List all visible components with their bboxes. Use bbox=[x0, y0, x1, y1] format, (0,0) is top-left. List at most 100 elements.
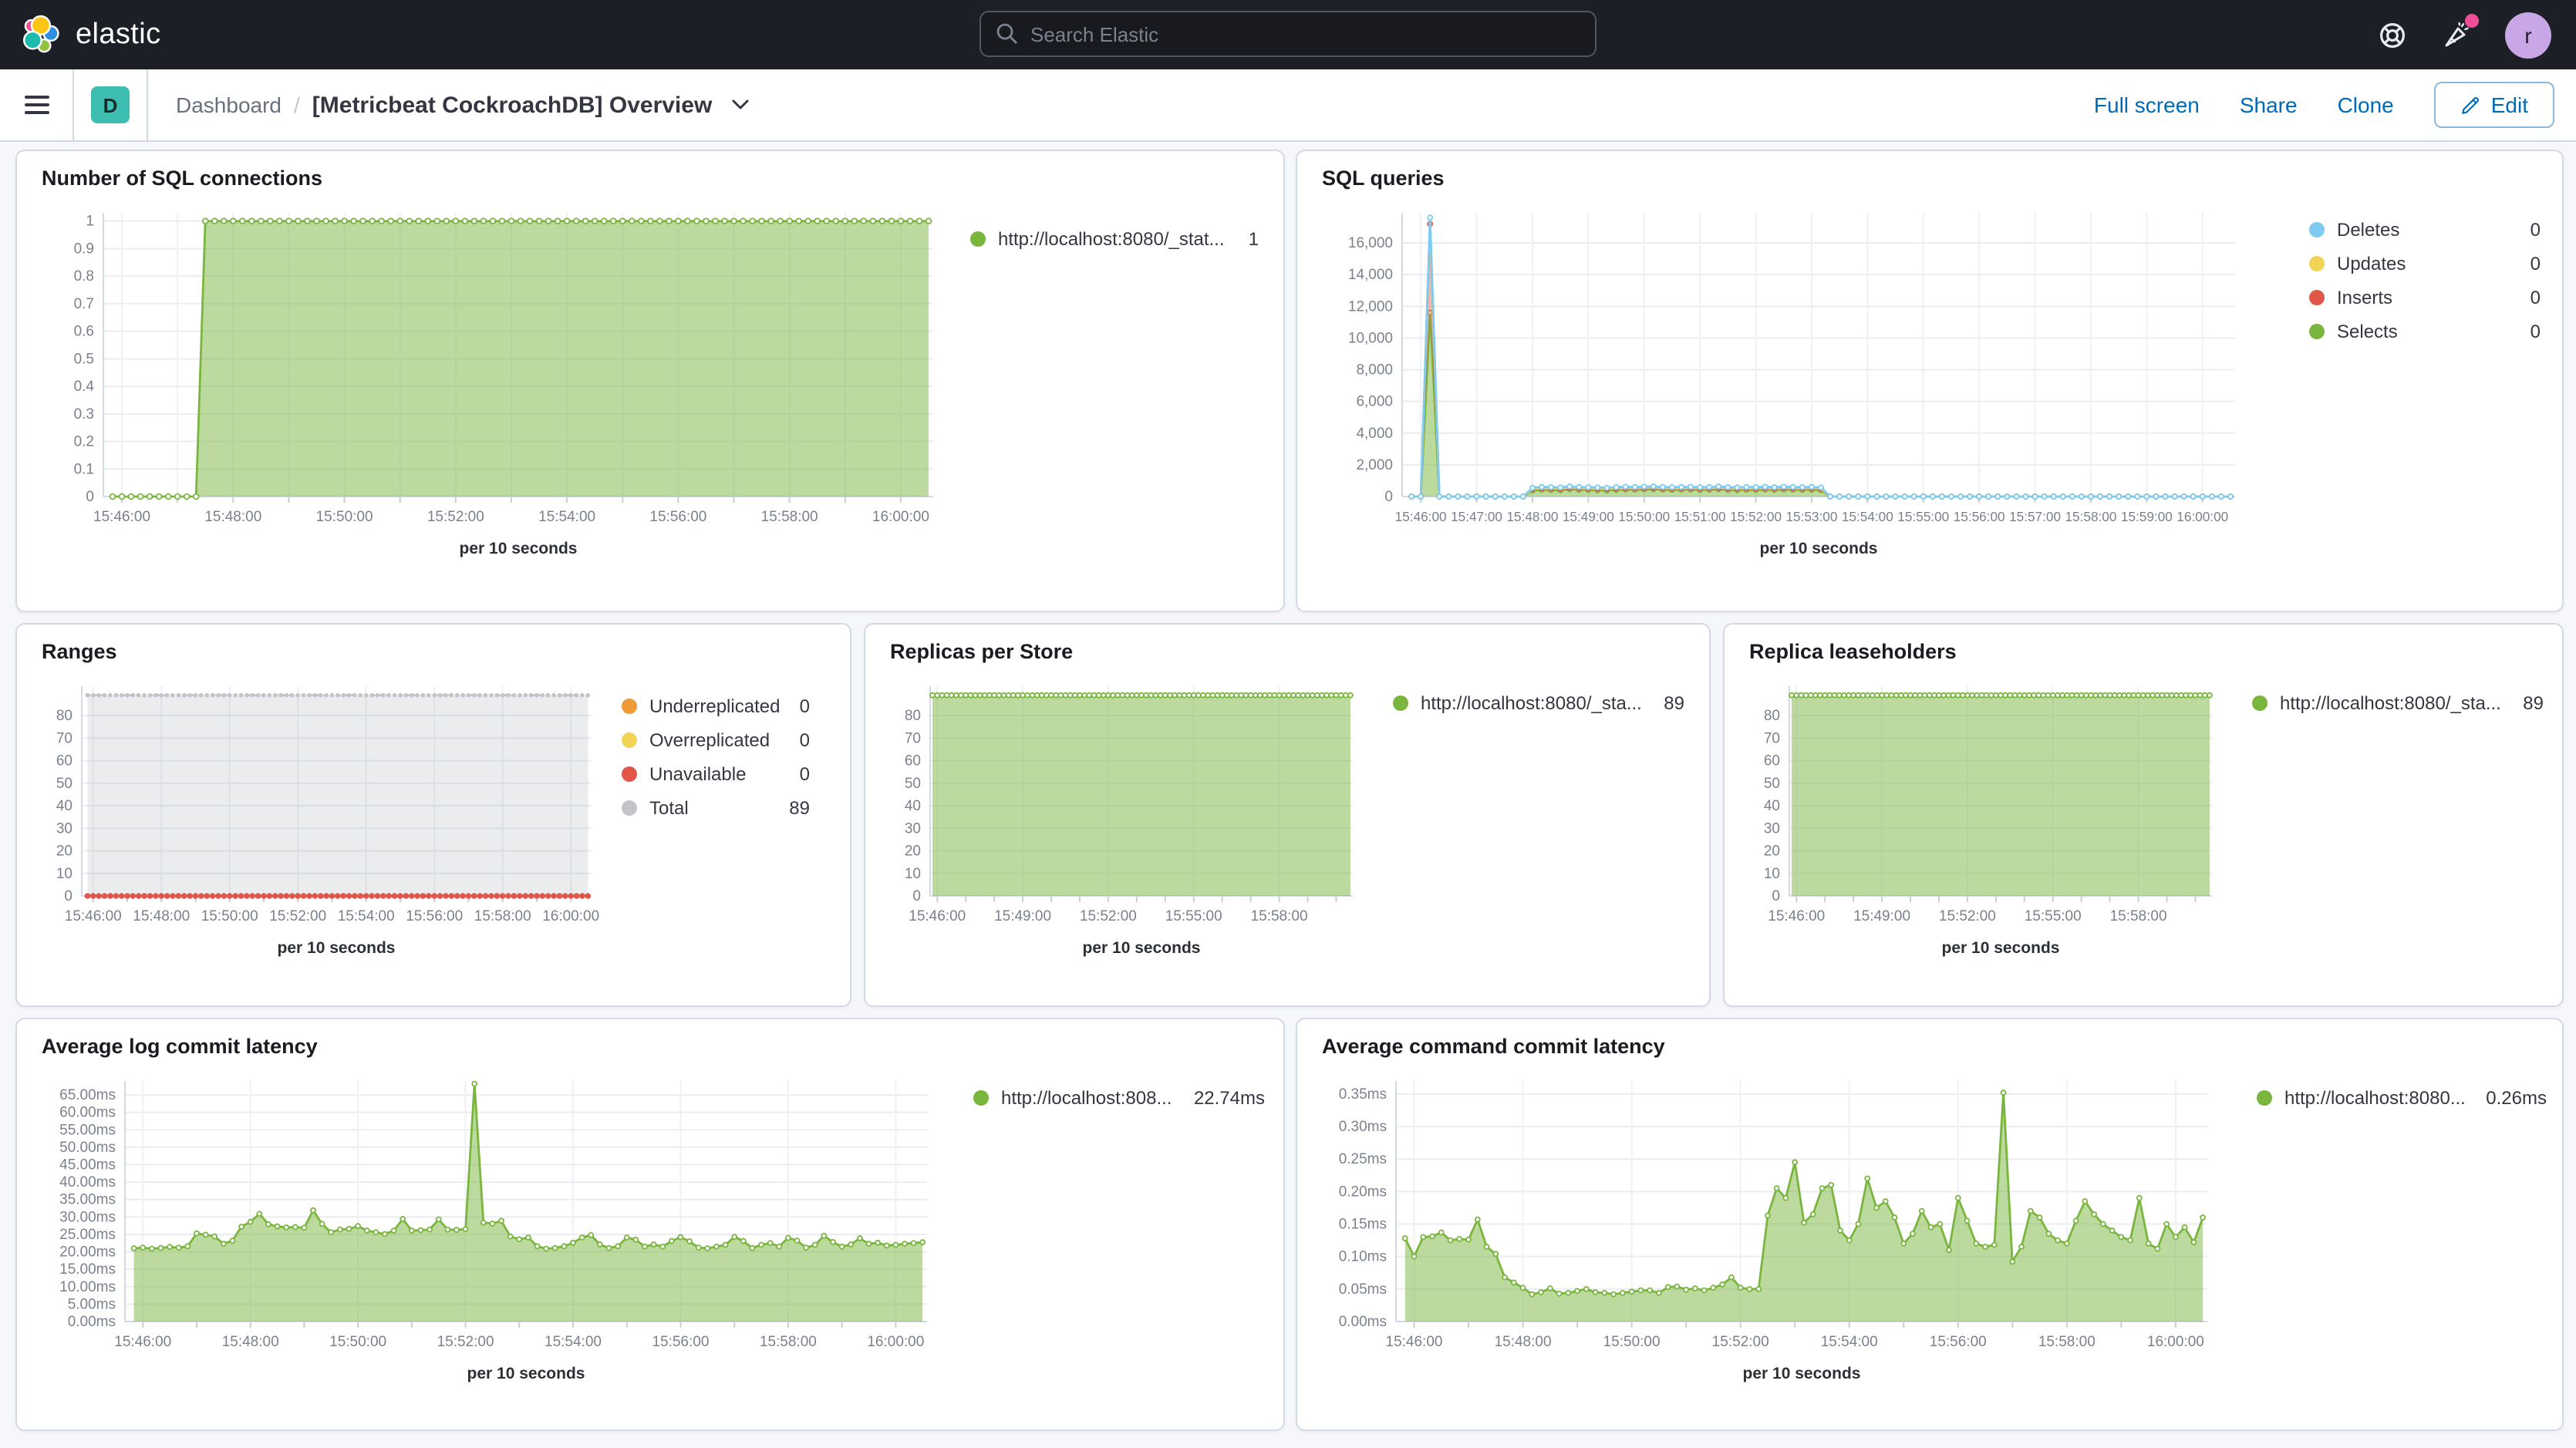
global-search bbox=[979, 11, 1597, 57]
svg-text:40.00ms: 40.00ms bbox=[59, 1174, 116, 1190]
svg-text:per 10 seconds: per 10 seconds bbox=[460, 540, 578, 557]
chart-legend: http://localhost:8080/_sta...89 bbox=[1393, 692, 1684, 714]
main-menu-button[interactable] bbox=[0, 69, 74, 140]
svg-text:50: 50 bbox=[1764, 776, 1780, 792]
svg-text:20.00ms: 20.00ms bbox=[59, 1244, 116, 1261]
svg-text:0.6: 0.6 bbox=[74, 324, 94, 340]
legend-item[interactable]: Updates0 bbox=[2309, 253, 2541, 274]
svg-text:per 10 seconds: per 10 seconds bbox=[278, 939, 396, 957]
legend-item[interactable]: http://localhost:8080/_sta...89 bbox=[1393, 692, 1684, 714]
help-button[interactable] bbox=[2375, 18, 2409, 52]
svg-text:10.00ms: 10.00ms bbox=[59, 1279, 116, 1295]
legend-dot-icon bbox=[2309, 290, 2325, 305]
legend-item[interactable]: Unavailable0 bbox=[622, 763, 810, 785]
svg-text:60: 60 bbox=[56, 753, 72, 769]
svg-text:15:50:00: 15:50:00 bbox=[329, 1334, 386, 1350]
share-button[interactable]: Share bbox=[2240, 93, 2298, 117]
legend-item[interactable]: http://localhost:8080/_stat... 1 bbox=[970, 228, 1259, 250]
legend-value: 89 bbox=[2523, 692, 2544, 714]
edit-button[interactable]: Edit bbox=[2434, 82, 2554, 128]
dashboard-badge[interactable]: D bbox=[91, 86, 130, 123]
legend-item[interactable]: http://localhost:808...22.74ms bbox=[973, 1087, 1265, 1109]
newsfeed-button[interactable] bbox=[2440, 18, 2474, 52]
svg-text:15:50:00: 15:50:00 bbox=[316, 509, 373, 525]
legend-item[interactable]: Deletes0 bbox=[2309, 219, 2541, 241]
svg-text:0: 0 bbox=[912, 888, 921, 904]
svg-text:15:58:00: 15:58:00 bbox=[2110, 908, 2167, 924]
svg-text:15:50:00: 15:50:00 bbox=[201, 908, 258, 924]
replicas-per-store-area-chart[interactable]: 0102030405060708015:46:0015:49:0015:52:0… bbox=[872, 662, 1390, 988]
legend-value: 0.26ms bbox=[2486, 1087, 2547, 1109]
panel-sql-queries: SQL queries 02,0004,0006,0008,00010,0001… bbox=[1296, 150, 2564, 612]
svg-text:60: 60 bbox=[905, 753, 921, 769]
svg-text:80: 80 bbox=[905, 708, 921, 724]
legend-label: Updates bbox=[2337, 253, 2518, 274]
title-options-button[interactable] bbox=[730, 99, 749, 111]
search-icon bbox=[995, 22, 1020, 46]
svg-text:15:48:00: 15:48:00 bbox=[222, 1334, 279, 1350]
elastic-logo[interactable]: elastic bbox=[0, 13, 161, 56]
elastic-logo-icon bbox=[19, 13, 62, 56]
legend-dot-icon bbox=[1393, 695, 1408, 711]
svg-text:50: 50 bbox=[905, 776, 921, 792]
log-commit-latency-area-chart[interactable]: 0.00ms5.00ms10.00ms15.00ms20.00ms25.00ms… bbox=[29, 1059, 967, 1417]
search-input[interactable] bbox=[979, 11, 1597, 57]
svg-text:30.00ms: 30.00ms bbox=[59, 1209, 116, 1225]
legend-item[interactable]: http://localhost:8080...0.26ms bbox=[2257, 1087, 2547, 1109]
svg-text:15:52:00: 15:52:00 bbox=[1939, 908, 1996, 924]
svg-text:16:00:00: 16:00:00 bbox=[2147, 1334, 2204, 1350]
legend-item[interactable]: http://localhost:8080/_sta...89 bbox=[2252, 692, 2544, 714]
user-avatar[interactable]: r bbox=[2505, 12, 2551, 58]
svg-text:0: 0 bbox=[1772, 888, 1780, 904]
svg-text:15:58:00: 15:58:00 bbox=[1251, 908, 1308, 924]
legend-dot-icon bbox=[622, 699, 637, 714]
svg-text:15:51:00: 15:51:00 bbox=[1674, 509, 1726, 524]
svg-text:per 10 seconds: per 10 seconds bbox=[1760, 540, 1878, 557]
legend-label: http://localhost:8080/_stat... bbox=[998, 228, 1236, 250]
legend-item[interactable]: Selects0 bbox=[2309, 321, 2541, 342]
svg-text:15:52:00: 15:52:00 bbox=[1712, 1334, 1769, 1350]
svg-text:16:00:00: 16:00:00 bbox=[872, 509, 929, 525]
legend-value: 0 bbox=[800, 695, 810, 717]
svg-text:15:46:00: 15:46:00 bbox=[909, 908, 966, 924]
svg-text:30: 30 bbox=[1764, 820, 1780, 837]
svg-text:15:52:00: 15:52:00 bbox=[437, 1334, 494, 1350]
dashboard-badge-cell: D bbox=[74, 69, 148, 140]
panel-title: Number of SQL connections bbox=[42, 167, 1283, 190]
svg-text:70: 70 bbox=[56, 730, 72, 746]
clone-button[interactable]: Clone bbox=[2338, 93, 2394, 117]
legend-item[interactable]: Overreplicated0 bbox=[622, 729, 810, 751]
legend-item[interactable]: Underreplicated0 bbox=[622, 695, 810, 717]
replica-leaseholders-area-chart[interactable]: 0102030405060708015:46:0015:49:0015:52:0… bbox=[1731, 662, 2249, 988]
top-header: elastic bbox=[0, 0, 2576, 69]
sql-connections-area-chart[interactable]: 00.10.20.30.40.50.60.70.80.9115:46:0015:… bbox=[32, 191, 958, 601]
legend-value: 1 bbox=[1249, 228, 1259, 250]
svg-text:15:48:00: 15:48:00 bbox=[133, 908, 190, 924]
svg-text:15:46:00: 15:46:00 bbox=[1386, 1334, 1443, 1350]
svg-text:40: 40 bbox=[1764, 798, 1780, 814]
svg-text:15:46:00: 15:46:00 bbox=[65, 908, 122, 924]
command-commit-latency-area-chart[interactable]: 0.00ms0.05ms0.10ms0.15ms0.20ms0.25ms0.30… bbox=[1310, 1059, 2247, 1417]
breadcrumb-dashboard-link[interactable]: Dashboard bbox=[176, 93, 282, 117]
svg-text:0.00ms: 0.00ms bbox=[1339, 1314, 1387, 1330]
panel-title: Replica leaseholders bbox=[1749, 640, 2562, 663]
sql-queries-area-chart[interactable]: 02,0004,0006,0008,00010,00012,00014,0001… bbox=[1310, 191, 2320, 601]
svg-text:16:00:00: 16:00:00 bbox=[542, 908, 599, 924]
svg-text:16:00:00: 16:00:00 bbox=[867, 1334, 924, 1350]
legend-label: http://localhost:8080/_sta... bbox=[1421, 692, 1651, 714]
chart-legend: Underreplicated0 Overreplicated0 Unavailab… bbox=[622, 695, 810, 819]
legend-value: 0 bbox=[2530, 321, 2541, 342]
full-screen-button[interactable]: Full screen bbox=[2094, 93, 2200, 117]
svg-text:50: 50 bbox=[56, 776, 72, 792]
chart-legend: http://localhost:8080...0.26ms bbox=[2257, 1087, 2547, 1109]
svg-text:0.8: 0.8 bbox=[74, 268, 94, 285]
legend-label: http://localhost:808... bbox=[1001, 1087, 1182, 1109]
svg-text:15:46:00: 15:46:00 bbox=[1768, 908, 1825, 924]
ranges-area-chart[interactable]: 0102030405060708015:46:0015:48:0015:50:0… bbox=[26, 662, 612, 988]
panel-number-of-sql-connections: Number of SQL connections 00.10.20.30.40… bbox=[15, 150, 1285, 612]
panel-title: Average command commit latency bbox=[1322, 1035, 2562, 1058]
legend-value: 0 bbox=[2530, 287, 2541, 308]
legend-item[interactable]: Inserts0 bbox=[2309, 287, 2541, 308]
svg-text:15:58:00: 15:58:00 bbox=[761, 509, 818, 525]
legend-item[interactable]: Total89 bbox=[622, 797, 810, 819]
